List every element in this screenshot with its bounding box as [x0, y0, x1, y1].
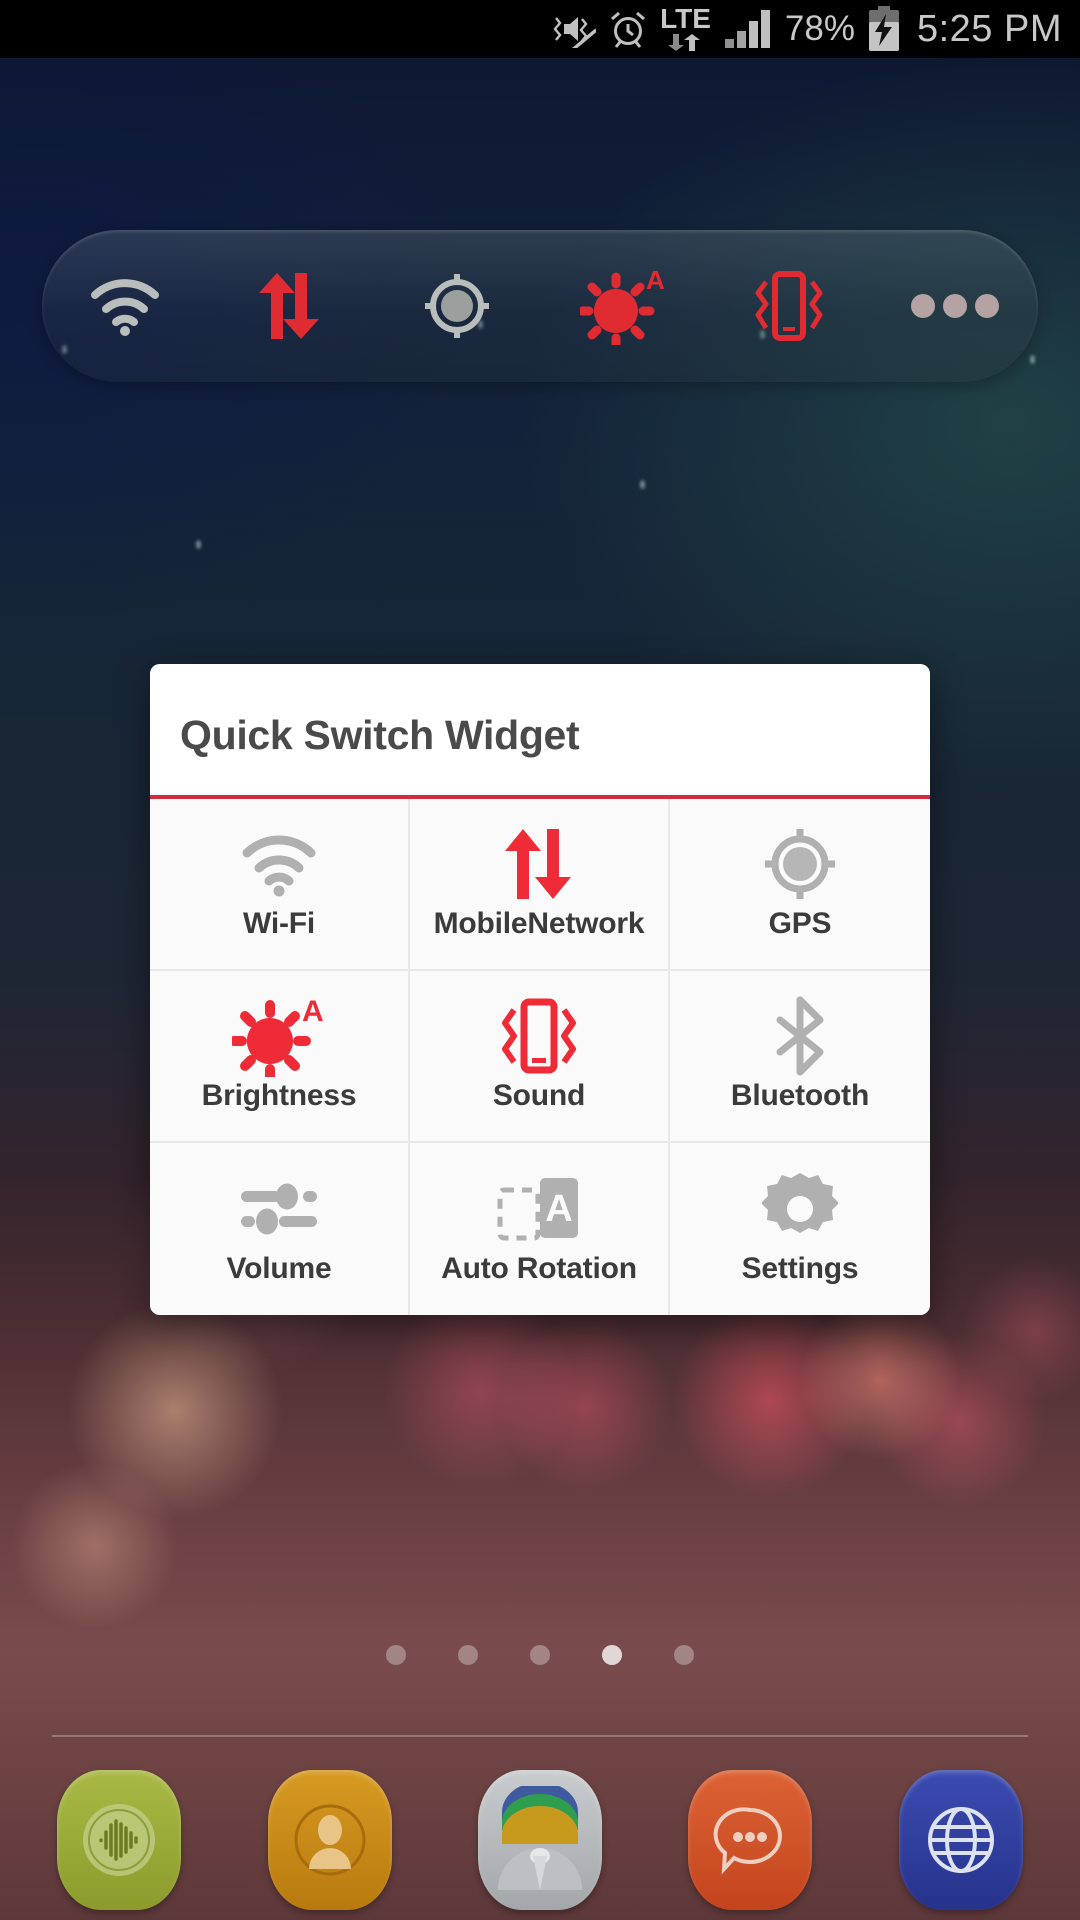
battery-charging-icon	[867, 6, 901, 52]
apps-icon	[497, 1786, 582, 1890]
tile-gps[interactable]: GPS	[670, 799, 930, 971]
lte-label: LTE	[660, 2, 711, 34]
person-icon	[294, 1804, 366, 1876]
brightness-auto-icon: A	[232, 995, 326, 1077]
floatbar-item-brightness[interactable]: A	[540, 230, 706, 382]
tile-settings[interactable]: Settings	[670, 1143, 930, 1315]
signal-bars-icon	[723, 8, 775, 50]
floatbar-item-sound[interactable]	[706, 230, 872, 382]
dock	[0, 1760, 1080, 1920]
volume-sliders-icon	[237, 1172, 321, 1246]
dock-divider	[52, 1735, 1028, 1737]
gps-crosshair-icon	[425, 274, 489, 338]
svg-text:A: A	[302, 995, 324, 1028]
chat-bubble-icon	[714, 1807, 783, 1875]
tile-label: MobileNetwork	[433, 907, 645, 940]
lte-data-icon: LTE	[660, 2, 711, 52]
data-arrows-icon	[259, 273, 319, 339]
globe-icon	[927, 1807, 994, 1873]
dock-app-phone-dialer[interactable]	[57, 1770, 182, 1910]
brightness-auto-icon: A	[580, 267, 665, 345]
more-dots-icon	[911, 294, 999, 318]
quick-switch-widget-dialog: Quick Switch Widget Wi-Fi MobileNetwork …	[150, 664, 930, 1315]
floating-quick-toggle-bar[interactable]: A	[42, 230, 1038, 382]
bluetooth-icon	[772, 996, 828, 1076]
tile-brightness[interactable]: A Brightness	[150, 971, 410, 1143]
soundwave-icon	[83, 1804, 156, 1876]
floatbar-item-mobile-network[interactable]	[208, 230, 374, 382]
status-bar[interactable]: LTE 78% 5:25 PM	[0, 0, 1080, 58]
vibrate-phone-icon	[493, 998, 585, 1074]
tile-label: GPS	[768, 907, 832, 940]
wallpaper-sparkle	[640, 480, 645, 489]
dock-app-messaging[interactable]	[688, 1770, 813, 1910]
battery-percent-label: 78%	[784, 9, 855, 48]
auto-rotation-icon: A	[496, 1172, 582, 1246]
tile-sound[interactable]: Sound	[410, 971, 670, 1143]
dock-app-browser[interactable]	[898, 1770, 1023, 1910]
floatbar-item-wifi[interactable]	[42, 230, 208, 382]
status-bar-clock: 5:25 PM	[916, 7, 1062, 50]
page-dot[interactable]	[674, 1645, 694, 1665]
page-dot[interactable]	[386, 1645, 406, 1665]
dock-app-apps-drawer[interactable]	[477, 1770, 602, 1910]
tile-label: Auto Rotation	[441, 1252, 637, 1285]
tile-label: Brightness	[201, 1079, 357, 1112]
page-title: Quick Switch Widget	[180, 712, 580, 758]
wifi-icon	[91, 279, 159, 336]
page-dot[interactable]	[458, 1645, 478, 1665]
floatbar-item-gps[interactable]	[374, 230, 540, 382]
tile-bluetooth[interactable]: Bluetooth	[670, 971, 930, 1143]
svg-text:A: A	[646, 267, 665, 295]
tile-label: Settings	[741, 1252, 859, 1285]
toggle-grid: Wi-Fi MobileNetwork GPS A Brightness Sou…	[150, 799, 930, 1315]
floatbar-item-more[interactable]	[872, 230, 1038, 382]
tile-label: Wi-Fi	[242, 907, 316, 940]
dock-app-contacts[interactable]	[267, 1770, 392, 1910]
page-dot-active[interactable]	[602, 1645, 622, 1665]
tile-volume[interactable]: Volume	[150, 1143, 410, 1315]
tile-label: Sound	[492, 1079, 586, 1112]
gear-icon	[762, 1172, 838, 1246]
vibrate-phone-icon	[755, 271, 823, 341]
tile-wifi[interactable]: Wi-Fi	[150, 799, 410, 971]
data-arrows-icon	[503, 827, 575, 901]
wallpaper-sparkle	[196, 540, 201, 549]
gps-crosshair-icon	[762, 827, 838, 901]
vibrate-mute-icon	[552, 10, 597, 48]
tile-label: Volume	[226, 1252, 332, 1285]
tile-mobile-network[interactable]: MobileNetwork	[410, 799, 670, 971]
page-dot[interactable]	[530, 1645, 550, 1665]
tile-label: Bluetooth	[730, 1079, 870, 1112]
svg-text:A: A	[545, 1188, 572, 1230]
page-indicator[interactable]	[0, 1645, 1080, 1665]
dialog-header: Quick Switch Widget	[150, 664, 930, 799]
android-home-screen: LTE 78% 5:25 PM A Quick Switch Widget Wi…	[0, 0, 1080, 1920]
alarm-clock-icon	[608, 9, 648, 49]
wifi-icon	[238, 827, 320, 901]
tile-auto-rotation[interactable]: A Auto Rotation	[410, 1143, 670, 1315]
